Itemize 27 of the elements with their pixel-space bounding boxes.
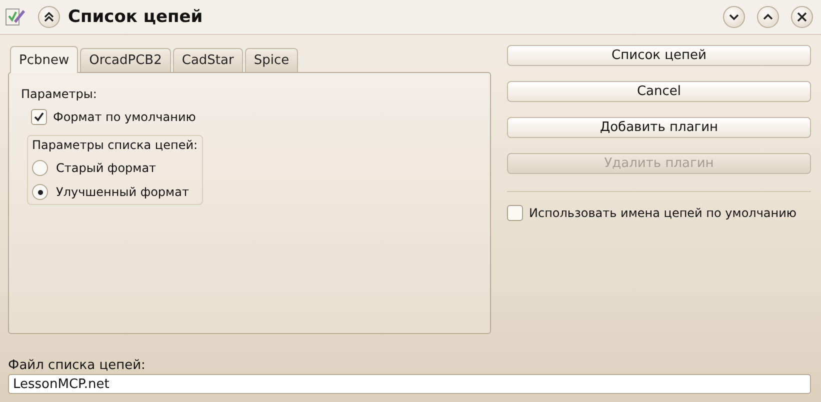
field-label: Файл списка цепей: [8, 358, 146, 373]
radio-button[interactable] [32, 184, 48, 200]
close-icon [796, 11, 808, 23]
window-title: Список цепей [68, 7, 203, 27]
tab[interactable]: Spice [244, 48, 298, 72]
checkbox-label: Формат по умолчанию [53, 110, 196, 124]
input-field[interactable]: LessonMCP.net [8, 374, 811, 394]
action-button[interactable]: Cancel [507, 81, 811, 102]
checkbox-label: Использовать имена цепей по умолчанию [529, 206, 797, 220]
shade-button[interactable] [38, 6, 60, 28]
radio-label: Старый формат [56, 161, 156, 175]
action-button[interactable]: Список цепей [507, 45, 811, 66]
checkbox[interactable] [507, 205, 523, 221]
group-title: Параметры списка цепей: [32, 138, 198, 152]
minimize-button[interactable] [723, 6, 745, 28]
radio-button[interactable] [32, 160, 48, 176]
checkbox[interactable] [31, 109, 47, 125]
close-button[interactable] [791, 6, 813, 28]
radio-label: Улучшенный формат [56, 185, 189, 199]
pencil-icon [4, 6, 26, 28]
section-label: Параметры: [21, 87, 97, 101]
maximize-button[interactable] [757, 6, 779, 28]
tab[interactable]: CadStar [172, 48, 243, 72]
tab[interactable]: Pcbnew [10, 46, 78, 73]
action-button[interactable]: Добавить плагин [507, 117, 811, 138]
double-chevron-up-icon [43, 11, 55, 23]
tab[interactable]: OrcadPCB2 [80, 48, 171, 72]
